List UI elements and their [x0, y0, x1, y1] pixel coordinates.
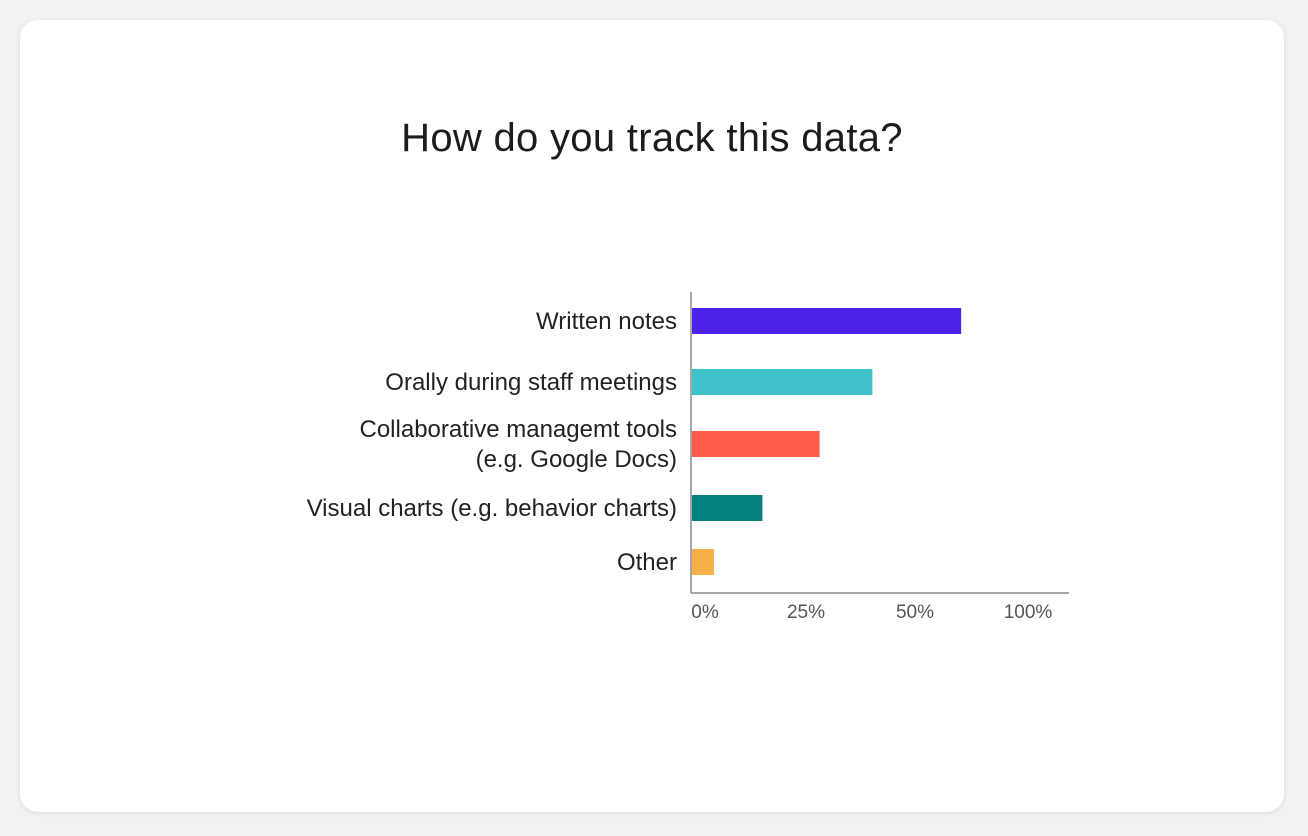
- bar-3: [692, 495, 763, 521]
- bar-4: [692, 549, 714, 575]
- category-label-2-line-0: Collaborative managemt tools: [360, 416, 678, 443]
- bars-layer: [692, 308, 962, 575]
- chart-card: How do you track this data? Written note…: [20, 20, 1284, 812]
- bar-2: [692, 431, 820, 457]
- bar-chart: Written notes Orally during staff meeting…: [307, 292, 1069, 623]
- category-label-0: Written notes: [536, 308, 677, 335]
- x-tick-label-2: 50%: [896, 602, 934, 623]
- category-label-2-line-1: (e.g. Google Docs): [476, 446, 677, 473]
- category-label-4: Other: [617, 549, 677, 576]
- x-tick-label-1: 25%: [787, 602, 825, 623]
- x-tick-label-3: 100%: [1004, 602, 1053, 623]
- bar-1: [692, 369, 873, 395]
- category-labels: Written notes Orally during staff meeting…: [307, 308, 677, 576]
- x-tick-labels: 0% 25% 50% 100%: [691, 602, 1052, 623]
- category-label-3: Visual charts (e.g. behavior charts): [307, 495, 677, 522]
- bar-0: [692, 308, 962, 334]
- x-tick-label-0: 0%: [691, 602, 719, 623]
- category-label-1: Orally during staff meetings: [385, 369, 677, 396]
